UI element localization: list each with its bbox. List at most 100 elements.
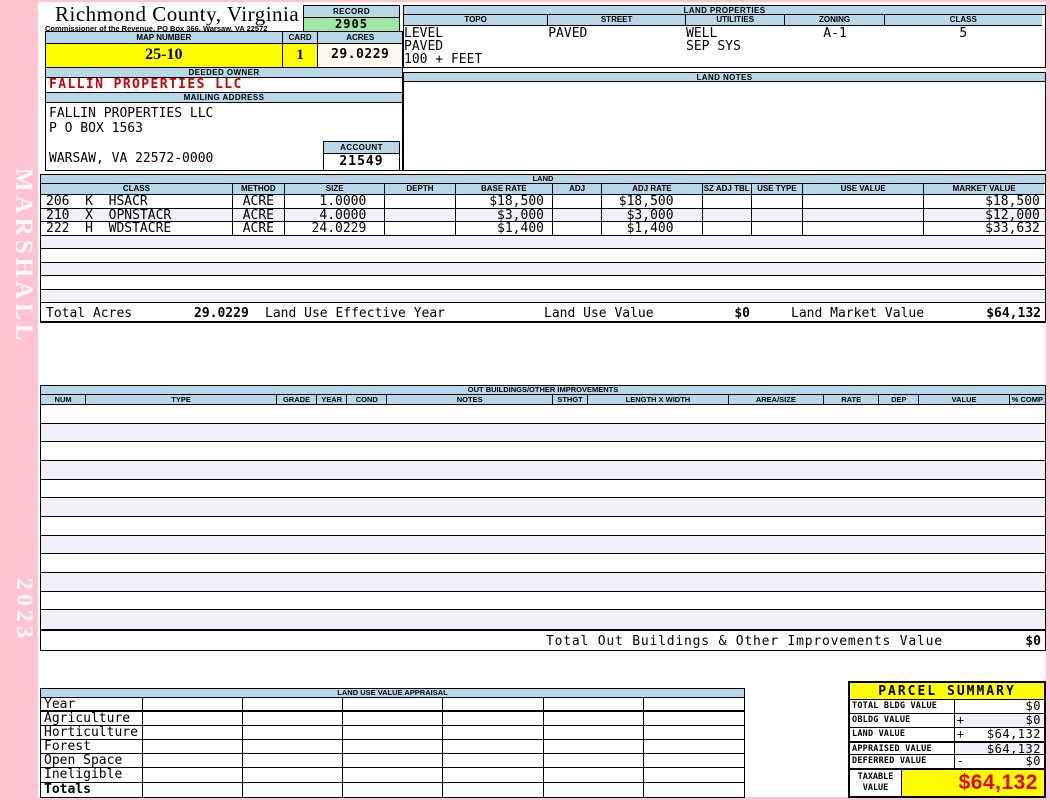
cell-use-value [803, 222, 925, 235]
parcel-summary: PARCEL SUMMARY TOTAL BLDG VALUE $0 OBLDG… [848, 681, 1046, 798]
cell-method: ACRE [233, 208, 285, 221]
land-notes-box [403, 82, 1046, 171]
appraisal-row-ineligible: Ineligible [41, 768, 744, 783]
card-label: CARD [282, 32, 319, 43]
column-header-rate: RATE [824, 395, 880, 404]
column-header-cond: COND [347, 395, 388, 404]
cell-sz-adj-tbl [703, 195, 752, 208]
column-header-class: CLASS [41, 184, 233, 194]
column-header-use-value: USE VALUE [802, 184, 925, 194]
empty-row [41, 610, 1045, 629]
empty-row [41, 442, 1045, 461]
record-number: 2905 [304, 18, 399, 31]
land-properties-headers: TOPO STREET UTILITIES ZONING CLASS [403, 15, 1046, 26]
summary-row-total-bldg: TOTAL BLDG VALUE $0 [850, 700, 1044, 714]
amount: $0 [1025, 713, 1041, 727]
cell-sz-adj-tbl [703, 222, 752, 235]
land-table-headers: CLASS METHOD SIZE DEPTH BASE RATE ADJ AD… [41, 184, 1045, 195]
empty-row [41, 249, 1045, 263]
topo-value: 100 + FEET [404, 52, 483, 67]
land-table: LAND CLASS METHOD SIZE DEPTH BASE RATE A… [40, 174, 1046, 323]
column-header-num: NUM [41, 395, 87, 404]
column-header-notes: NOTES [387, 395, 553, 404]
column-header-type: TYPE [86, 395, 277, 404]
row-label: APPRAISED VALUE [850, 743, 955, 754]
empty-cell [143, 768, 244, 782]
empty-cell [343, 782, 444, 797]
column-header-adj-rate: ADJ RATE [602, 184, 703, 194]
acres-label: ACRES [318, 32, 402, 43]
street-value: PAVED [548, 26, 588, 41]
empty-row [41, 535, 1045, 555]
account-label: ACCOUNT [324, 142, 399, 154]
cell-use-type [752, 195, 803, 208]
cell-adj-rate: $3,000 [602, 208, 703, 221]
row-label: Ineligible [41, 768, 143, 782]
column-header-street: STREET [548, 15, 687, 26]
appraisal-row-totals: Totals [41, 782, 744, 797]
cell-depth [385, 195, 456, 208]
empty-cell [443, 726, 544, 740]
operator: + [956, 727, 964, 741]
class-value: 5 [959, 26, 968, 41]
empty-row [41, 480, 1045, 499]
mailing-line: P O BOX 1563 [49, 121, 143, 136]
utilities-values: WELL SEP SYS [686, 26, 785, 67]
column-header-grade: GRADE [276, 395, 318, 404]
utilities-value: SEP SYS [686, 39, 741, 54]
amount: $0 [1025, 754, 1041, 768]
empty-row [41, 498, 1045, 517]
empty-row [41, 262, 1045, 276]
land-market-value: $64,132 [986, 306, 1041, 321]
empty-cell [143, 698, 244, 711]
empty-cell [544, 712, 644, 726]
taxable-value-row: TAXABLE VALUE $64,132 [850, 769, 1044, 796]
out-buildings-headers: NUM TYPE GRADE YEAR COND NOTES STHGT LEN… [41, 395, 1045, 405]
column-header-value: VALUE [919, 395, 1010, 404]
amount: $0 [1025, 699, 1041, 713]
empty-cell [243, 740, 344, 754]
operator: - [956, 754, 964, 768]
empty-cell [343, 726, 444, 740]
empty-cell [143, 782, 244, 797]
empty-cell [243, 782, 344, 797]
row-label: Horticulture [41, 726, 143, 740]
column-header-zoning: ZONING [785, 15, 885, 26]
column-header-use-type: USE TYPE [751, 184, 803, 194]
column-header-method: METHOD [232, 184, 285, 194]
cell-adj [553, 195, 603, 208]
parcel-summary-title: PARCEL SUMMARY [850, 683, 1044, 700]
empty-row [41, 592, 1045, 611]
land-row: 210 X OPNSTACR ACRE 4.0000 $3,000 $3,000… [41, 208, 1045, 222]
out-buildings-title: OUT BUILDINGS/OTHER IMPROVEMENTS [41, 386, 1045, 395]
total-acres-label: Total Acres [46, 306, 133, 321]
empty-cell [243, 698, 344, 711]
empty-cell [544, 768, 644, 782]
taxable-value-label: TAXABLE VALUE [850, 770, 902, 796]
land-use-appraisal-title: LAND USE VALUE APPRAISAL [41, 689, 744, 698]
land-empty-rows [41, 235, 1045, 303]
land-properties-values: LEVEL PAVED 100 + FEET PAVED WELL SEP SY… [403, 26, 1046, 68]
zoning-value: A-1 [823, 26, 847, 41]
row-label: Year [41, 698, 143, 711]
out-buildings-empty-rows [41, 405, 1045, 629]
cell-adj [553, 222, 603, 235]
empty-cell [343, 712, 444, 726]
cell-base-rate: $3,000 [456, 208, 553, 221]
empty-cell [544, 698, 644, 711]
total-acres-value: 29.0229 [194, 306, 249, 321]
empty-cell [443, 740, 544, 754]
column-header-adj: ADJ [552, 184, 603, 194]
empty-cell [343, 740, 444, 754]
empty-cell [644, 783, 744, 797]
empty-cell [644, 726, 744, 739]
row-label: Agriculture [41, 712, 143, 726]
mailing-address-label: MAILING ADDRESS [45, 92, 403, 103]
empty-cell [644, 740, 744, 753]
map-number-label: MAP NUMBER [46, 32, 283, 43]
topo-values: LEVEL PAVED 100 + FEET [404, 26, 548, 67]
empty-cell [544, 782, 644, 797]
appraisal-row-forest: Forest [41, 740, 744, 755]
cell-use-type [752, 222, 803, 235]
column-header-sz-adj-tbl: SZ ADJ TBL [702, 184, 752, 194]
